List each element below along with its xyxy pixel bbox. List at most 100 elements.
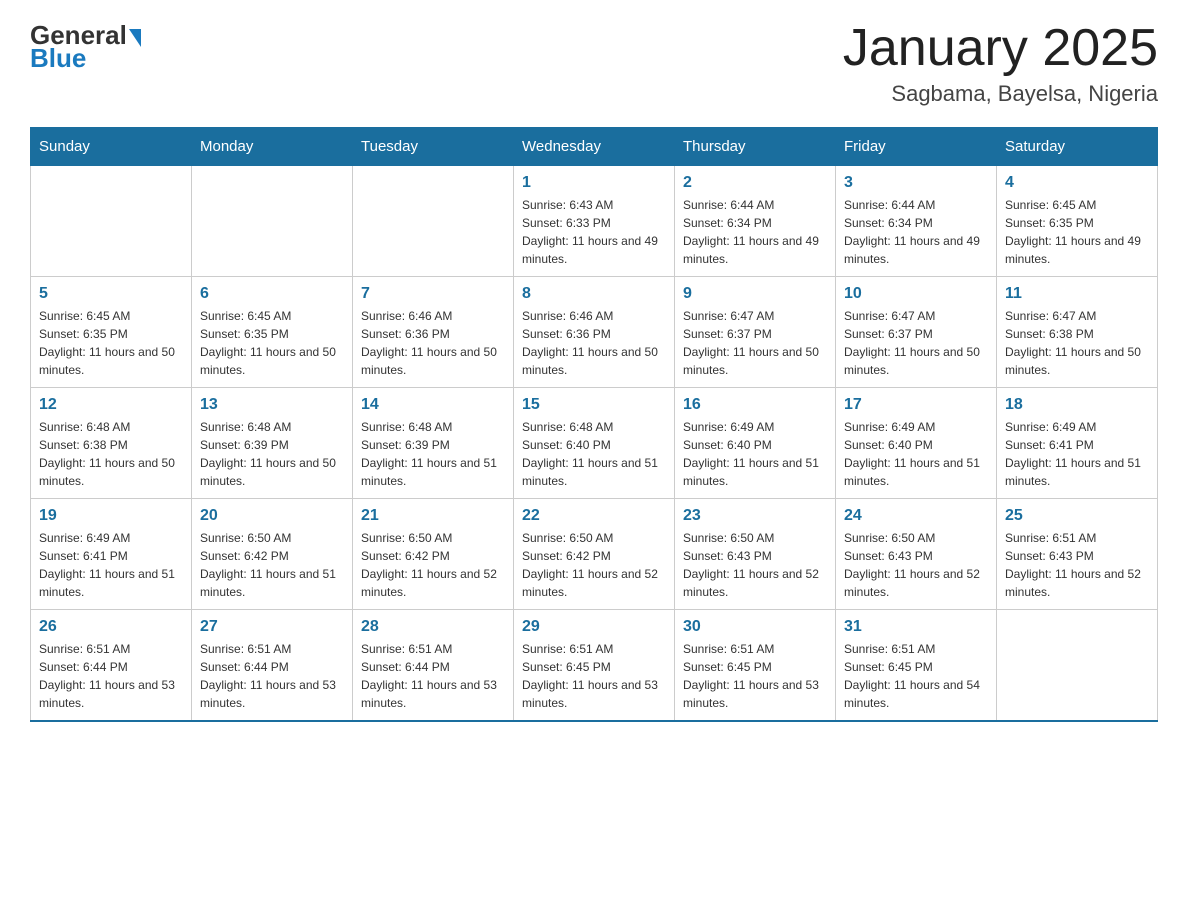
day-info: Sunrise: 6:51 AM Sunset: 6:44 PM Dayligh…	[361, 640, 505, 712]
table-row: 20Sunrise: 6:50 AM Sunset: 6:42 PM Dayli…	[192, 499, 353, 610]
table-row: 7 Sunrise: 6:46 AM Sunset: 6:36 PM Daylig…	[353, 277, 514, 388]
day-number: 16	[683, 396, 827, 414]
table-row: 29 Sunrise: 6:51 AM Sunset: 6:45 PM Dayli…	[514, 610, 675, 722]
title-section: January 2025 Sagbama, Bayelsa, Nigeria	[843, 20, 1158, 107]
day-number: 26	[39, 618, 183, 636]
day-info: Sunrise: 6:43 AM Sunset: 6:33 PM Dayligh…	[522, 196, 666, 268]
table-row: 9 Sunrise: 6:47 AM Sunset: 6:37 PM Daylig…	[675, 277, 836, 388]
day-number: 9	[683, 285, 827, 303]
day-number: 12	[39, 396, 183, 414]
day-number: 19	[39, 507, 183, 525]
day-info: Sunrise: 6:47 AM Sunset: 6:37 PM Dayligh…	[844, 307, 988, 379]
day-number: 20	[200, 507, 344, 525]
table-row: 18 Sunrise: 6:49 AM Sunset: 6:41 PM Dayli…	[997, 388, 1158, 499]
day-info: Sunrise: 6:49 AM Sunset: 6:40 PM Dayligh…	[683, 418, 827, 490]
day-info: Sunrise: 6:44 AM Sunset: 6:34 PM Dayligh…	[683, 196, 827, 268]
table-row: 26Sunrise: 6:51 AM Sunset: 6:44 PM Dayli…	[31, 610, 192, 722]
day-info: Sunrise: 6:48 AM Sunset: 6:39 PM Dayligh…	[200, 418, 344, 490]
table-row: 16 Sunrise: 6:49 AM Sunset: 6:40 PM Dayli…	[675, 388, 836, 499]
table-row: 4 Sunrise: 6:45 AM Sunset: 6:35 PM Daylig…	[997, 166, 1158, 277]
day-info: Sunrise: 6:48 AM Sunset: 6:40 PM Dayligh…	[522, 418, 666, 490]
day-info: Sunrise: 6:50 AM Sunset: 6:43 PM Dayligh…	[844, 529, 988, 601]
table-row: 6 Sunrise: 6:45 AM Sunset: 6:35 PM Daylig…	[192, 277, 353, 388]
day-number: 11	[1005, 285, 1149, 303]
table-row: 30 Sunrise: 6:51 AM Sunset: 6:45 PM Dayli…	[675, 610, 836, 722]
table-row: 15 Sunrise: 6:48 AM Sunset: 6:40 PM Dayli…	[514, 388, 675, 499]
day-number: 29	[522, 618, 666, 636]
table-row: 10 Sunrise: 6:47 AM Sunset: 6:37 PM Dayli…	[836, 277, 997, 388]
table-row: 23Sunrise: 6:50 AM Sunset: 6:43 PM Dayli…	[675, 499, 836, 610]
day-number: 21	[361, 507, 505, 525]
day-info: Sunrise: 6:45 AM Sunset: 6:35 PM Dayligh…	[39, 307, 183, 379]
table-row: 19 Sunrise: 6:49 AM Sunset: 6:41 PM Dayli…	[31, 499, 192, 610]
table-row: 3Sunrise: 6:44 AM Sunset: 6:34 PM Daylig…	[836, 166, 997, 277]
day-info: Sunrise: 6:48 AM Sunset: 6:38 PM Dayligh…	[39, 418, 183, 490]
day-info: Sunrise: 6:51 AM Sunset: 6:43 PM Dayligh…	[1005, 529, 1149, 601]
day-info: Sunrise: 6:50 AM Sunset: 6:42 PM Dayligh…	[522, 529, 666, 601]
day-info: Sunrise: 6:50 AM Sunset: 6:42 PM Dayligh…	[361, 529, 505, 601]
day-number: 5	[39, 285, 183, 303]
day-info: Sunrise: 6:49 AM Sunset: 6:41 PM Dayligh…	[39, 529, 183, 601]
day-info: Sunrise: 6:51 AM Sunset: 6:45 PM Dayligh…	[522, 640, 666, 712]
day-number: 8	[522, 285, 666, 303]
day-number: 18	[1005, 396, 1149, 414]
day-info: Sunrise: 6:46 AM Sunset: 6:36 PM Dayligh…	[361, 307, 505, 379]
day-info: Sunrise: 6:45 AM Sunset: 6:35 PM Dayligh…	[1005, 196, 1149, 268]
day-info: Sunrise: 6:47 AM Sunset: 6:38 PM Dayligh…	[1005, 307, 1149, 379]
table-row: 21 Sunrise: 6:50 AM Sunset: 6:42 PM Dayli…	[353, 499, 514, 610]
day-number: 7	[361, 285, 505, 303]
table-row: 31 Sunrise: 6:51 AM Sunset: 6:45 PM Dayli…	[836, 610, 997, 722]
day-info: Sunrise: 6:45 AM Sunset: 6:35 PM Dayligh…	[200, 307, 344, 379]
logo-blue-text: Blue	[30, 43, 86, 73]
table-row: 14 Sunrise: 6:48 AM Sunset: 6:39 PM Dayli…	[353, 388, 514, 499]
table-row: 2 Sunrise: 6:44 AM Sunset: 6:34 PM Daylig…	[675, 166, 836, 277]
day-number: 23	[683, 507, 827, 525]
day-number: 17	[844, 396, 988, 414]
day-number: 24	[844, 507, 988, 525]
table-row: 27 Sunrise: 6:51 AM Sunset: 6:44 PM Dayli…	[192, 610, 353, 722]
calendar-subtitle: Sagbama, Bayelsa, Nigeria	[843, 81, 1158, 107]
day-number: 30	[683, 618, 827, 636]
table-row: 28Sunrise: 6:51 AM Sunset: 6:44 PM Dayli…	[353, 610, 514, 722]
table-row: 8 Sunrise: 6:46 AM Sunset: 6:36 PM Daylig…	[514, 277, 675, 388]
col-tuesday: Tuesday	[353, 128, 514, 166]
day-number: 22	[522, 507, 666, 525]
day-number: 10	[844, 285, 988, 303]
table-row: 13 Sunrise: 6:48 AM Sunset: 6:39 PM Dayli…	[192, 388, 353, 499]
col-friday: Friday	[836, 128, 997, 166]
day-number: 3	[844, 174, 988, 192]
table-row: 12 Sunrise: 6:48 AM Sunset: 6:38 PM Dayli…	[31, 388, 192, 499]
logo: General Blue	[30, 20, 143, 74]
calendar-table: Sunday Monday Tuesday Wednesday Thursday…	[30, 127, 1158, 722]
day-number: 25	[1005, 507, 1149, 525]
calendar-body: 1 Sunrise: 6:43 AM Sunset: 6:33 PM Daylig…	[31, 166, 1158, 722]
day-info: Sunrise: 6:51 AM Sunset: 6:44 PM Dayligh…	[200, 640, 344, 712]
col-monday: Monday	[192, 128, 353, 166]
table-row	[192, 166, 353, 277]
day-number: 1	[522, 174, 666, 192]
table-row	[353, 166, 514, 277]
col-wednesday: Wednesday	[514, 128, 675, 166]
day-info: Sunrise: 6:46 AM Sunset: 6:36 PM Dayligh…	[522, 307, 666, 379]
table-row: 22 Sunrise: 6:50 AM Sunset: 6:42 PM Dayli…	[514, 499, 675, 610]
calendar-title: January 2025	[843, 20, 1158, 77]
day-info: Sunrise: 6:51 AM Sunset: 6:45 PM Dayligh…	[683, 640, 827, 712]
day-info: Sunrise: 6:48 AM Sunset: 6:39 PM Dayligh…	[361, 418, 505, 490]
day-number: 2	[683, 174, 827, 192]
table-row: 24 Sunrise: 6:50 AM Sunset: 6:43 PM Dayli…	[836, 499, 997, 610]
day-number: 4	[1005, 174, 1149, 192]
day-number: 14	[361, 396, 505, 414]
day-number: 6	[200, 285, 344, 303]
day-number: 27	[200, 618, 344, 636]
day-number: 15	[522, 396, 666, 414]
table-row: 25 Sunrise: 6:51 AM Sunset: 6:43 PM Dayli…	[997, 499, 1158, 610]
table-row: 17Sunrise: 6:49 AM Sunset: 6:40 PM Dayli…	[836, 388, 997, 499]
day-info: Sunrise: 6:49 AM Sunset: 6:41 PM Dayligh…	[1005, 418, 1149, 490]
table-row: 5 Sunrise: 6:45 AM Sunset: 6:35 PM Daylig…	[31, 277, 192, 388]
col-thursday: Thursday	[675, 128, 836, 166]
day-number: 13	[200, 396, 344, 414]
day-number: 31	[844, 618, 988, 636]
day-info: Sunrise: 6:51 AM Sunset: 6:45 PM Dayligh…	[844, 640, 988, 712]
table-row	[31, 166, 192, 277]
day-info: Sunrise: 6:47 AM Sunset: 6:37 PM Dayligh…	[683, 307, 827, 379]
